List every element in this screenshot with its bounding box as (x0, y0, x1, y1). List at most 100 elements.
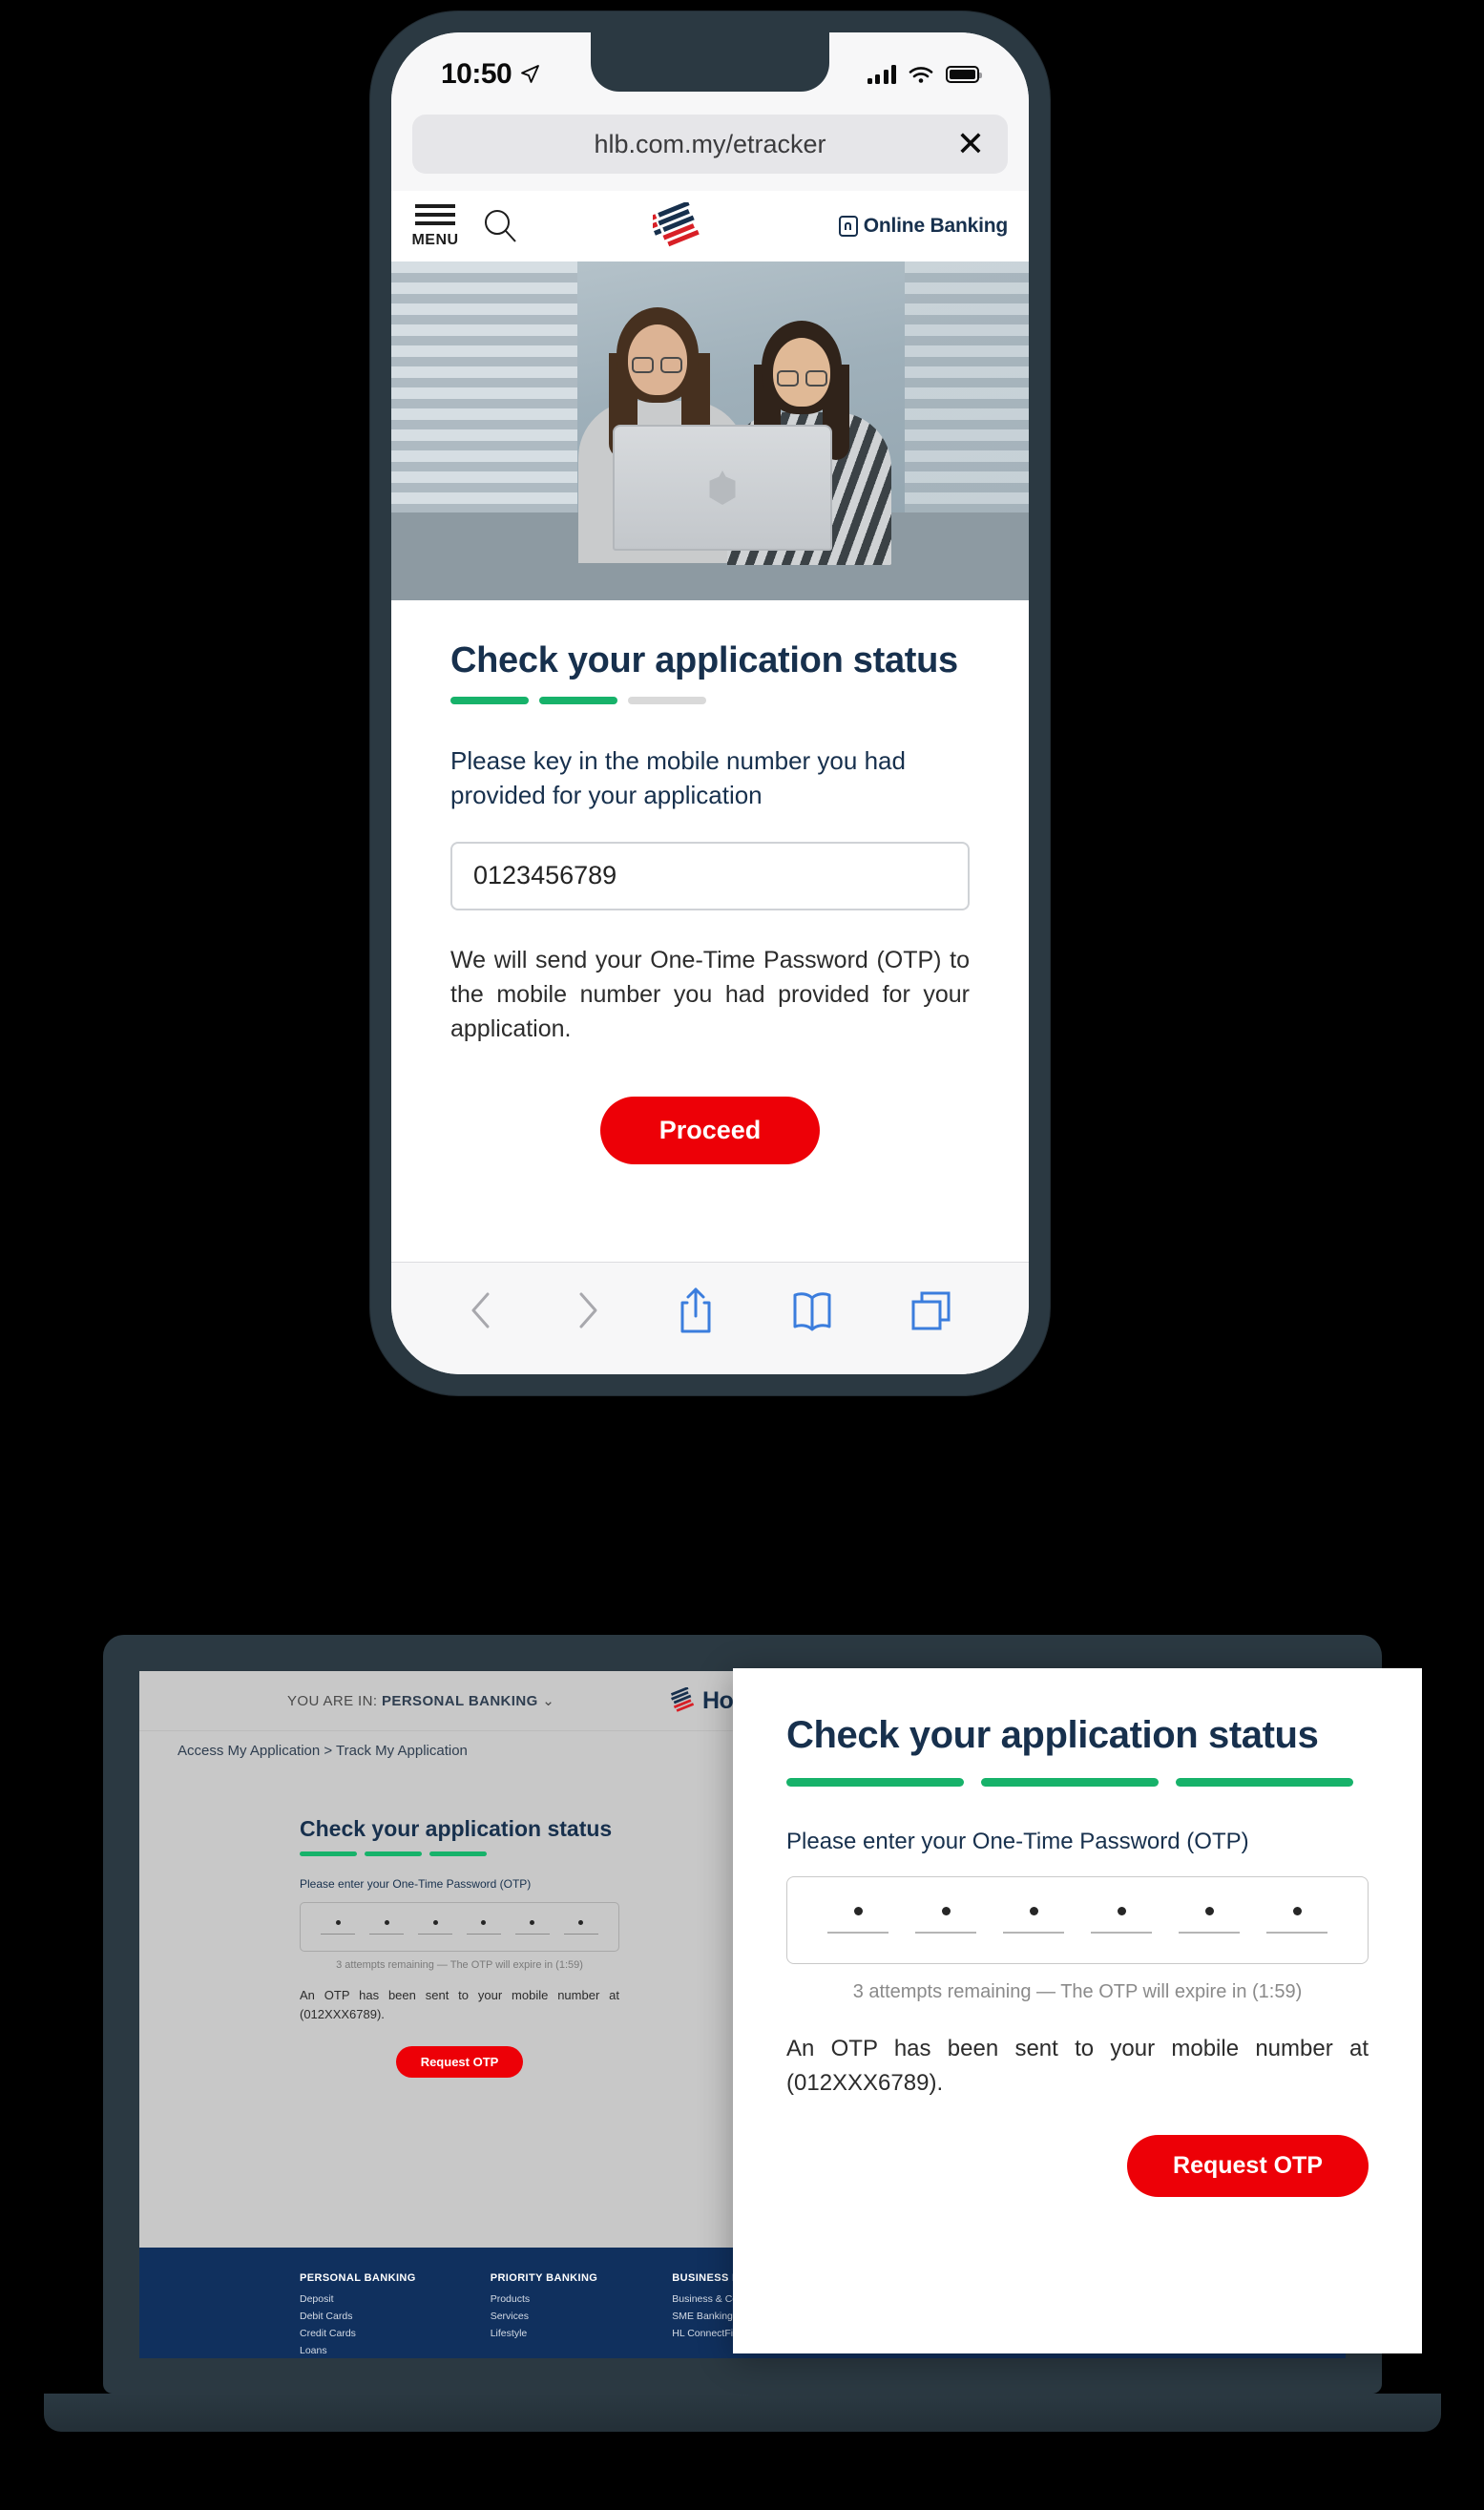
progress-step-2 (981, 1778, 1159, 1787)
menu-label: MENU (411, 231, 459, 248)
otp-digit[interactable] (514, 1919, 550, 1935)
otp-note-text: We will send your One-Time Password (OTP… (450, 946, 970, 1043)
otp-digit[interactable] (1003, 1907, 1064, 1934)
screenshot-root: 10:50 hlb.com.my/etracker ✕ MENU Online … (0, 0, 1484, 2510)
otp-digit[interactable] (1179, 1907, 1240, 1934)
safari-toolbar (391, 1262, 1029, 1374)
overlay-otp-label: Please enter your One-Time Password (OTP… (786, 1829, 1249, 1854)
desktop-otp-panel: Check your application status Please ent… (300, 1816, 619, 2078)
attempts-text: 3 attempts remaining — The OTP will expi… (336, 1959, 583, 1971)
hamburger-icon-bar (415, 212, 455, 217)
hong-leong-bank-logo (653, 202, 700, 247)
otp-digit[interactable] (1091, 1907, 1152, 1934)
online-banking-label: Online Banking (863, 215, 1008, 237)
otp-input[interactable] (300, 1902, 619, 1952)
request-otp-button[interactable]: Request OTP (395, 2046, 524, 2078)
proceed-button[interactable]: Proceed (599, 1097, 821, 1164)
battery-icon (946, 66, 982, 83)
otp-digit[interactable] (321, 1919, 356, 1935)
footer-link[interactable]: Credit Cards (300, 2328, 416, 2339)
otp-dot (853, 1907, 863, 1916)
progress-step-3 (628, 697, 706, 704)
footer-link[interactable]: Services (491, 2311, 598, 2322)
hong-leong-bank-logo (670, 1687, 695, 1712)
chevron-left-icon[interactable] (466, 1286, 498, 1334)
eyeglasses-icon (805, 370, 827, 387)
menu-button[interactable]: MENU (411, 203, 459, 249)
status-time-group: 10:50 (441, 58, 540, 91)
otp-label: Please enter your One-Time Password (OTP… (300, 1877, 532, 1891)
phone-notch (591, 32, 829, 92)
otp-sent-text: An OTP has been sent to your mobile numb… (300, 1988, 619, 2021)
otp-digit[interactable] (418, 1919, 453, 1935)
browser-url-bar-wrap: hlb.com.my/etracker ✕ (391, 107, 1029, 191)
otp-underline (1091, 1932, 1152, 1934)
footer-column-priority-banking: PRIORITY BANKING Products Services Lifes… (491, 2272, 598, 2358)
otp-digit[interactable] (369, 1919, 405, 1935)
otp-digit[interactable] (915, 1907, 976, 1934)
lock-icon (838, 216, 858, 237)
otp-overlay-card: Check your application status Please ent… (733, 1668, 1422, 2353)
footer-link[interactable]: Products (491, 2293, 598, 2305)
wifi-icon (909, 67, 933, 83)
footer-column-personal-banking: PERSONAL BANKING Deposit Debit Cards Cre… (300, 2272, 416, 2358)
overlay-otp-sent-text: An OTP has been sent to your mobile numb… (786, 2036, 1369, 2096)
you-are-in-value: PERSONAL BANKING (382, 1693, 538, 1709)
otp-underline (915, 1932, 976, 1934)
close-icon[interactable]: ✕ (956, 127, 985, 161)
request-otp-wrap: Request OTP (300, 2046, 619, 2078)
progress-step-1 (300, 1851, 357, 1856)
overlay-progress-steps (786, 1778, 1369, 1787)
tabs-icon[interactable] (909, 1287, 954, 1333)
status-time: 10:50 (441, 58, 512, 90)
chevron-right-icon[interactable] (571, 1286, 603, 1334)
online-banking-link[interactable]: Online Banking (838, 215, 1008, 238)
progress-step-2 (365, 1851, 422, 1856)
instruction-text: Please key in the mobile number you had … (450, 746, 906, 809)
breadcrumb[interactable]: Access My Application > Track My Applica… (178, 1743, 468, 1759)
proceed-button-wrap: Proceed (391, 1097, 1029, 1164)
progress-step-2 (539, 697, 617, 704)
otp-dot (941, 1907, 951, 1916)
progress-steps (450, 697, 970, 704)
search-icon[interactable] (481, 207, 519, 245)
you-are-in-selector[interactable]: YOU ARE IN: PERSONAL BANKING ⌄ (287, 1692, 554, 1709)
mobile-number-input[interactable]: 0123456789 (450, 841, 970, 910)
otp-digit[interactable] (827, 1907, 888, 1934)
otp-dot (1292, 1907, 1302, 1916)
url-text: hlb.com.my/etracker (594, 129, 826, 158)
laptop-in-photo (613, 425, 832, 551)
overlay-request-otp-button[interactable]: Request OTP (1127, 2135, 1369, 2197)
browser-url-bar[interactable]: hlb.com.my/etracker ✕ (412, 115, 1008, 174)
otp-underline (1266, 1932, 1327, 1934)
footer-link[interactable]: Loans (300, 2345, 416, 2356)
otp-digit[interactable] (466, 1919, 501, 1935)
hamburger-icon (415, 203, 455, 208)
location-arrow-icon (521, 65, 540, 83)
otp-underline (321, 1933, 356, 1935)
phone-page-body: Check your application status Please key… (391, 600, 1029, 1262)
otp-dot (384, 1919, 389, 1925)
otp-dot (432, 1919, 438, 1925)
mobile-number-value: 0123456789 (473, 861, 617, 890)
progress-step-1 (786, 1778, 964, 1787)
overlay-otp-input[interactable] (786, 1876, 1369, 1964)
book-icon[interactable] (788, 1286, 836, 1334)
status-right-group (867, 65, 982, 84)
share-icon[interactable] (676, 1286, 716, 1335)
footer-link[interactable]: Lifestyle (491, 2328, 598, 2339)
otp-underline (369, 1933, 405, 1935)
otp-underline (827, 1932, 888, 1934)
eyeglasses-icon (777, 370, 799, 387)
otp-digit[interactable] (1266, 1907, 1327, 1934)
otp-underline (466, 1933, 501, 1935)
overlay-title: Check your application status (786, 1714, 1319, 1756)
overlay-attempts-text: 3 attempts remaining — The OTP will expi… (852, 1981, 1303, 2002)
you-are-in-prefix: YOU ARE IN: (287, 1693, 378, 1709)
otp-dot (578, 1919, 584, 1925)
otp-digit[interactable] (563, 1919, 598, 1935)
footer-link[interactable]: Debit Cards (300, 2311, 416, 2322)
progress-step-3 (429, 1851, 487, 1856)
footer-link[interactable]: Deposit (300, 2293, 416, 2305)
page-title: Check your application status (450, 640, 958, 680)
